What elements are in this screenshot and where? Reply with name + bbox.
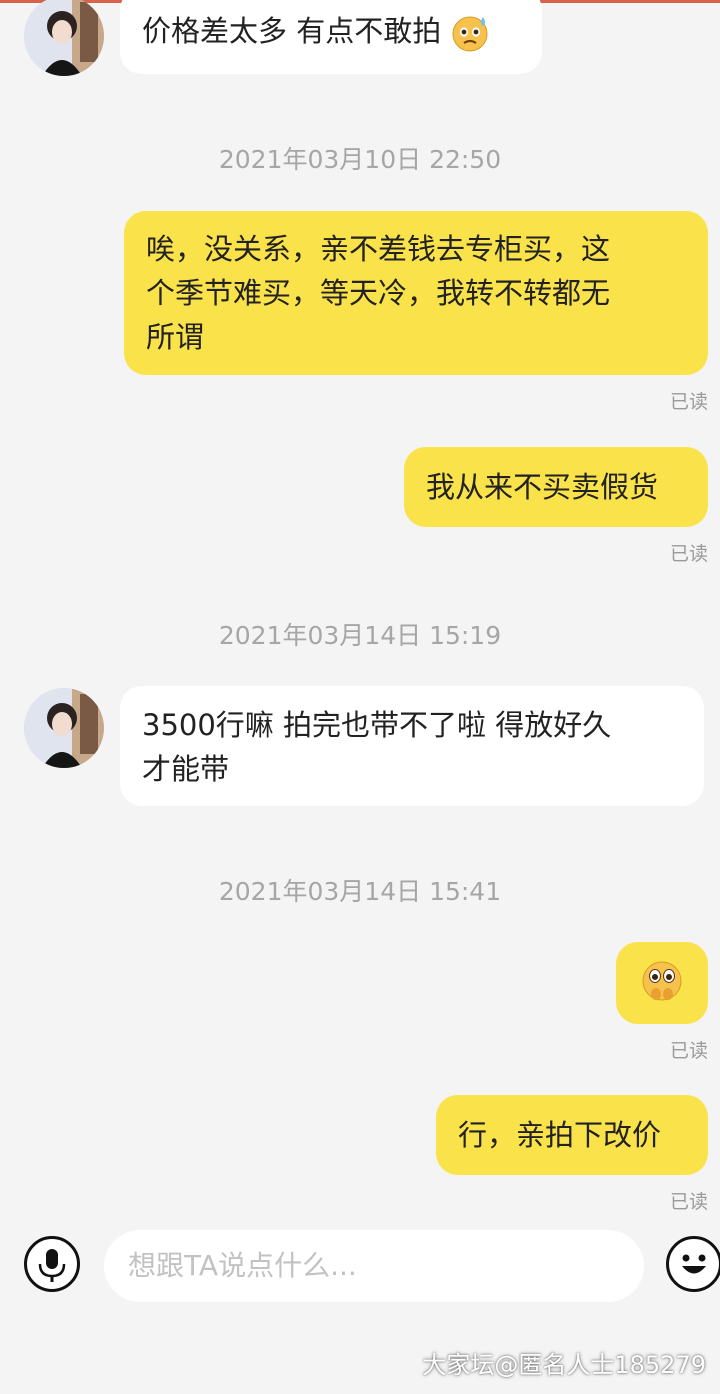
- smiley-face-icon: [682, 1254, 706, 1274]
- message-line: 3500行嘛 拍完也带不了啦 得放好久: [142, 708, 612, 742]
- message-text: 我从来不买卖假货: [426, 470, 659, 504]
- anxious-face-with-sweat-icon: [452, 16, 488, 52]
- avatar-photo-icon: [24, 0, 104, 76]
- outgoing-message-bubble[interactable]: 唉，没关系，亲不差钱去专柜买，这 个季节难买，等天冷，我转不转都无 所谓: [124, 211, 708, 375]
- message-line: 所谓: [146, 320, 205, 354]
- message-timestamp: 2021年03月14日 15:41: [218, 877, 502, 906]
- read-status: 已读: [669, 1040, 708, 1062]
- message-line: 个季节难买，等天冷，我转不转都无: [146, 276, 611, 310]
- message-text: 行，亲拍下改价: [458, 1118, 662, 1152]
- emoji-button[interactable]: [666, 1236, 720, 1292]
- incoming-message-bubble[interactable]: 价格差太多 有点不敢拍: [120, 0, 542, 74]
- message-timestamp: 2021年03月10日 22:50: [218, 145, 502, 174]
- voice-input-button[interactable]: [24, 1236, 80, 1292]
- chat-thread[interactable]: 价格差太多 有点不敢拍 2021年03月10日 22:50 唉，没关系，亲不差钱…: [0, 0, 720, 1230]
- message-text: 价格差太多 有点不敢拍: [142, 14, 442, 48]
- read-status: 已读: [669, 1191, 708, 1213]
- outgoing-message-bubble[interactable]: 行，亲拍下改价: [436, 1095, 708, 1175]
- pleading-face-with-hands-icon: [642, 961, 682, 1001]
- message-input[interactable]: 想跟TA说点什么...: [104, 1230, 644, 1302]
- incoming-message-bubble[interactable]: 3500行嘛 拍完也带不了啦 得放好久 才能带: [120, 686, 704, 806]
- read-status: 已读: [669, 391, 708, 413]
- microphone-icon: [38, 1249, 66, 1282]
- read-status: 已读: [669, 543, 708, 565]
- message-line: 才能带: [142, 752, 230, 786]
- contact-avatar[interactable]: [24, 688, 104, 768]
- message-line: 唉，没关系，亲不差钱去专柜买，这: [146, 232, 611, 266]
- message-input-bar: 想跟TA说点什么...: [0, 1230, 720, 1310]
- contact-avatar[interactable]: [24, 0, 104, 76]
- outgoing-emoji-bubble[interactable]: [616, 942, 708, 1024]
- watermark: 大家坛@匿名人士185279: [422, 1351, 706, 1379]
- message-timestamp: 2021年03月14日 15:19: [218, 621, 502, 650]
- outgoing-message-bubble[interactable]: 我从来不买卖假货: [404, 447, 708, 527]
- avatar-photo-icon: [24, 688, 104, 768]
